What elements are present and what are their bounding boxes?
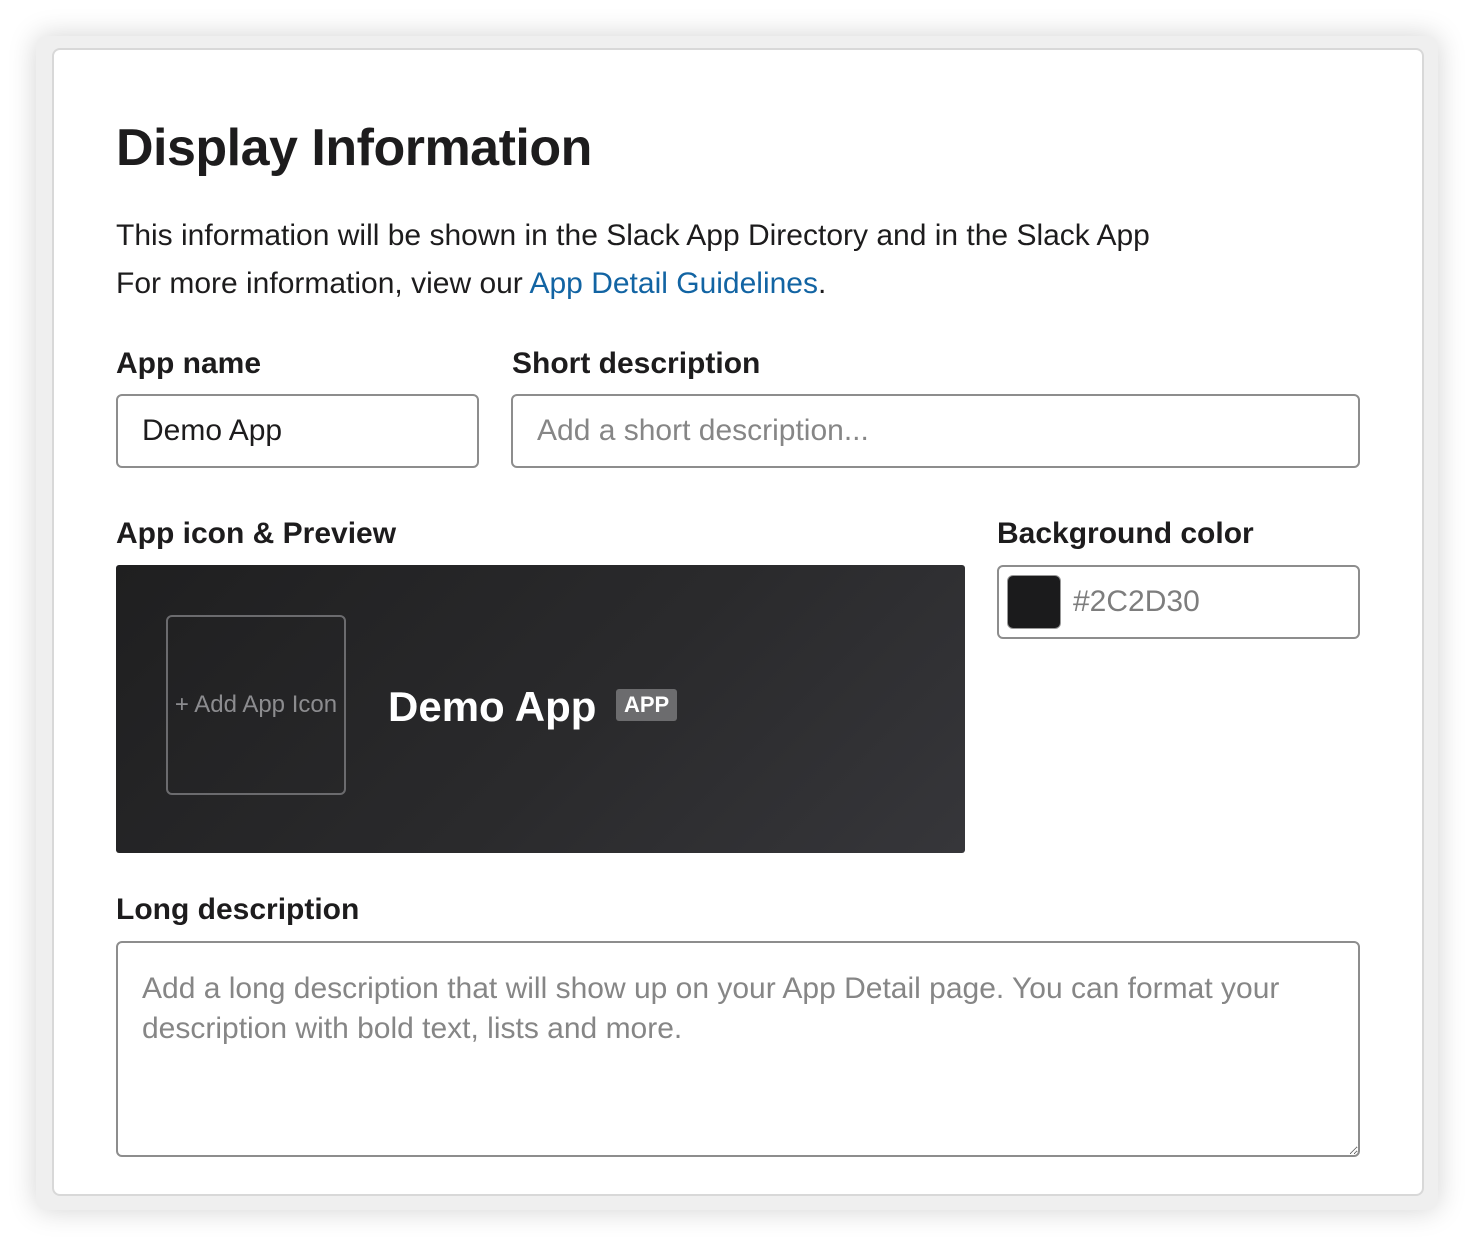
intro-line-2-suffix: . <box>818 267 827 300</box>
app-badge: APP <box>616 689 678 721</box>
long-description-label: Long description <box>116 893 360 926</box>
color-swatch[interactable] <box>1007 575 1061 629</box>
app-name-input[interactable] <box>116 394 479 468</box>
app-detail-guidelines-link[interactable]: App Detail Guidelines <box>529 267 818 300</box>
intro-line-2: For more information, view our App Detai… <box>116 260 1356 308</box>
short-description-input[interactable] <box>511 394 1360 468</box>
app-name-label: App name <box>116 347 262 380</box>
app-preview-panel: + Add App Icon Demo App APP <box>116 565 965 853</box>
background-color-field[interactable]: #2C2D30 <box>997 565 1360 639</box>
intro-line-2-prefix: For more information, view our <box>116 267 530 300</box>
intro-line-1: This information will be shown in the Sl… <box>116 219 1150 252</box>
app-icon-preview-label: App icon & Preview <box>116 517 397 550</box>
add-app-icon-button[interactable]: + Add App Icon <box>166 615 346 795</box>
background-color-value[interactable]: #2C2D30 <box>1073 567 1200 637</box>
intro-text: This information will be shown in the Sl… <box>116 212 1356 308</box>
background-color-label: Background color <box>997 517 1254 550</box>
short-description-label: Short description <box>512 347 761 380</box>
long-description-textarea[interactable] <box>116 941 1360 1157</box>
preview-app-name: Demo App <box>388 683 597 730</box>
page-title: Display Information <box>116 119 592 177</box>
